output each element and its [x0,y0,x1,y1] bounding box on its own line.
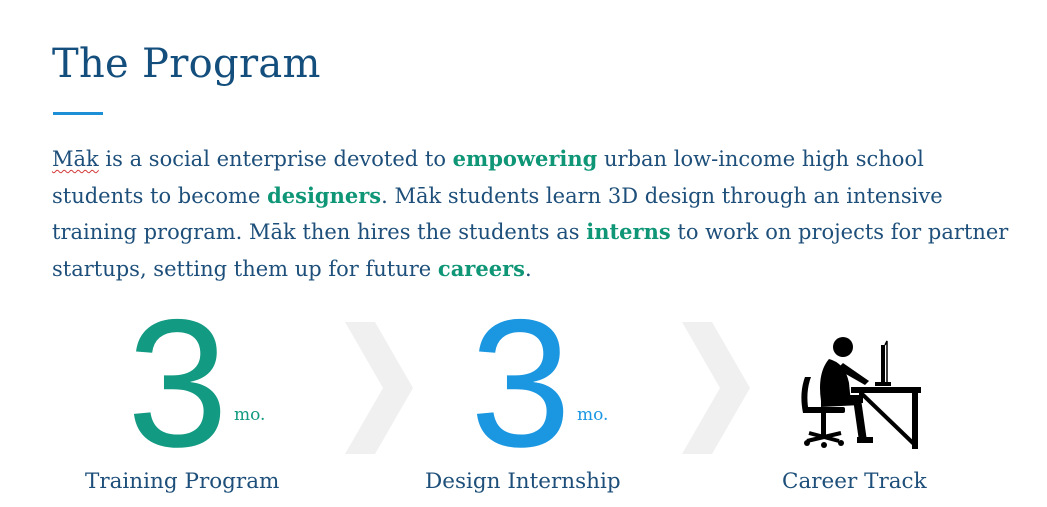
highlight-empowering: empowering [452,146,598,171]
chevron-right-icon [345,322,413,454]
intro-paragraph: Māk is a social enterprise devoted to em… [52,141,1012,287]
highlight-interns: interns [586,219,671,244]
internship-duration-number: 3 [470,281,572,485]
highlight-careers: careers [437,255,525,281]
training-duration-number: 3 [127,281,229,485]
design-internship-label: Design Internship [425,469,621,494]
intro-text-5: . [524,256,532,281]
internship-duration-unit: mo. [577,405,609,425]
intro-text-1: is a social enterprise devoted to [98,147,453,171]
training-duration-unit: mo. [234,405,266,425]
title-underline [53,112,103,115]
page-title: The Program [52,41,321,87]
highlight-designers: designers [267,182,382,208]
brand-name: Māk [52,147,99,171]
chevron-right-icon [682,322,750,454]
person-at-desk-icon [801,337,921,449]
training-program-label: Training Program [85,469,280,494]
career-track-label: Career Track [782,469,927,494]
